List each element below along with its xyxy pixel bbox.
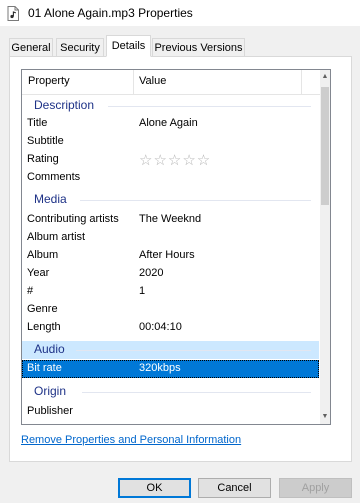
row-length[interactable]: Length 00:04:10 <box>22 319 319 337</box>
property-value[interactable]: 00:04:10 <box>139 321 182 333</box>
row-genre[interactable]: Genre <box>22 301 319 319</box>
group-divider <box>82 392 311 393</box>
property-name: Length <box>27 321 61 333</box>
row-album-artist[interactable]: Album artist <box>22 229 319 247</box>
scrollbar-thumb[interactable] <box>321 87 329 205</box>
property-value[interactable]: Alone Again <box>139 117 198 129</box>
ok-button[interactable]: OK <box>118 478 191 498</box>
scroll-up-arrow-icon[interactable]: ▲ <box>320 70 330 84</box>
row-year[interactable]: Year 2020 <box>22 265 319 283</box>
row-comments[interactable]: Comments <box>22 169 319 187</box>
vertical-scrollbar[interactable]: ▲ ▼ <box>320 70 330 424</box>
property-name: Rating <box>27 153 59 165</box>
apply-button[interactable]: Apply <box>279 478 352 498</box>
scroll-down-arrow-icon[interactable]: ▼ <box>320 410 330 424</box>
group-divider <box>76 350 311 351</box>
group-label: Audio <box>34 342 65 356</box>
list-header: Property Value <box>22 70 320 95</box>
group-divider <box>80 200 311 201</box>
row-rating[interactable]: Rating ☆☆☆☆☆ <box>22 151 319 169</box>
property-name: Album artist <box>27 231 86 243</box>
column-header-property[interactable]: Property <box>28 75 70 87</box>
property-name: Publisher <box>27 405 73 417</box>
property-name: Bit rate <box>27 362 62 374</box>
group-label: Origin <box>34 384 67 398</box>
property-name: Year <box>27 267 50 279</box>
row-title[interactable]: Title Alone Again <box>22 115 319 133</box>
tab-details[interactable]: Details <box>106 35 151 57</box>
rating-stars[interactable]: ☆☆☆☆☆ <box>139 151 211 169</box>
property-name: Genre <box>27 303 58 315</box>
row-publisher[interactable]: Publisher <box>22 403 319 421</box>
tab-security[interactable]: Security <box>56 38 104 56</box>
remove-properties-link[interactable]: Remove Properties and Personal Informati… <box>21 434 241 446</box>
property-name: Subtitle <box>27 135 64 147</box>
property-list[interactable]: Property Value Description Title Alone A… <box>21 69 331 425</box>
tab-previous-versions[interactable]: Previous Versions <box>152 38 245 56</box>
tab-general[interactable]: General <box>9 38 53 56</box>
group-label: Media <box>34 192 67 206</box>
document-icon <box>7 6 19 21</box>
cancel-button[interactable]: Cancel <box>198 478 271 498</box>
window-title: 01 Alone Again.mp3 Properties <box>28 6 193 20</box>
column-divider[interactable] <box>301 70 302 94</box>
group-header-media[interactable]: Media <box>22 191 319 209</box>
row-album[interactable]: Album After Hours <box>22 247 319 265</box>
property-name: Comments <box>27 171 81 183</box>
column-header-value[interactable]: Value <box>139 75 166 87</box>
property-value[interactable]: The Weeknd <box>139 213 201 225</box>
property-name: Album <box>27 249 59 261</box>
row-track-number[interactable]: # 1 <box>22 283 319 301</box>
property-name: Contributing artists <box>27 213 119 225</box>
property-value[interactable]: 320kbps <box>139 362 181 374</box>
title-bar: 01 Alone Again.mp3 Properties <box>0 0 360 26</box>
property-name: Title <box>27 117 48 129</box>
group-divider <box>108 106 311 107</box>
group-header-description[interactable]: Description <box>22 97 319 115</box>
column-divider[interactable] <box>133 70 134 94</box>
group-header-origin[interactable]: Origin <box>22 383 319 401</box>
row-subtitle[interactable]: Subtitle <box>22 133 319 151</box>
group-header-audio[interactable]: Audio <box>22 341 319 359</box>
row-bit-rate[interactable]: Bit rate 320kbps <box>22 360 319 378</box>
property-value[interactable]: 1 <box>139 285 145 297</box>
property-value[interactable]: 2020 <box>139 267 163 279</box>
group-label: Description <box>34 98 95 112</box>
row-contributing-artists[interactable]: Contributing artists The Weeknd <box>22 211 319 229</box>
details-panel: Property Value Description Title Alone A… <box>9 56 352 462</box>
property-name: # <box>27 285 34 297</box>
property-value[interactable]: After Hours <box>139 249 195 261</box>
